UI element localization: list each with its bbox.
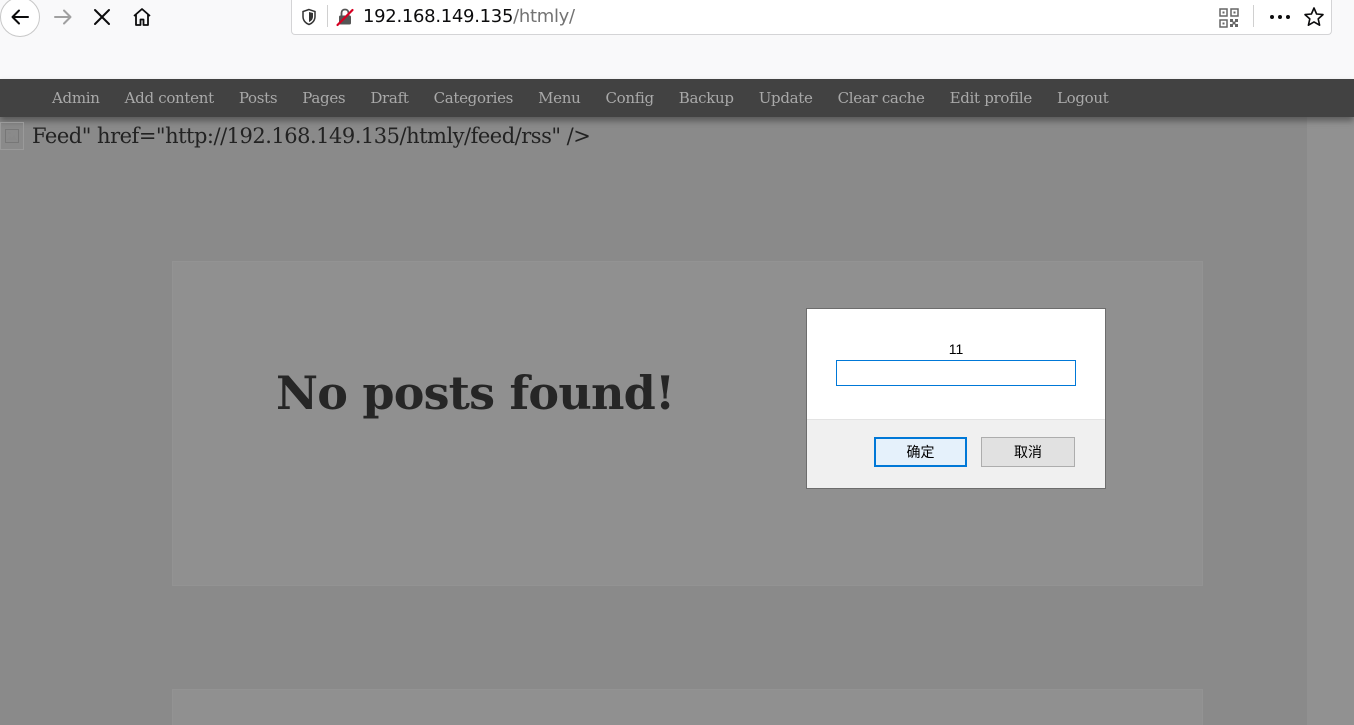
admin-link-categories[interactable]: Categories (434, 89, 514, 107)
url-text[interactable]: 192.168.149.135/htmly/ (363, 6, 575, 27)
page-viewport: Admin Add content Posts Pages Draft Cate… (0, 79, 1354, 725)
more-dots-icon[interactable] (1268, 7, 1292, 27)
admin-link-edit-profile[interactable]: Edit profile (950, 89, 1033, 107)
admin-link-admin[interactable]: Admin (52, 89, 100, 107)
admin-link-clear-cache[interactable]: Clear cache (838, 89, 925, 107)
admin-link-pages[interactable]: Pages (302, 89, 345, 107)
qr-code-icon[interactable] (1219, 8, 1239, 28)
admin-link-config[interactable]: Config (605, 89, 654, 107)
home-button[interactable] (127, 2, 157, 32)
dialog-message: 11 (948, 341, 964, 357)
post-card (172, 689, 1203, 725)
home-icon (133, 8, 151, 26)
insecure-lock-icon[interactable] (335, 7, 355, 27)
shield-icon[interactable] (301, 8, 317, 26)
url-separator (327, 5, 328, 27)
dialog-input[interactable] (836, 360, 1076, 386)
back-button[interactable] (0, 0, 40, 37)
arrow-right-icon (54, 9, 72, 25)
browser-toolbar: 192.168.149.135/htmly/ (0, 0, 1354, 79)
admin-link-draft[interactable]: Draft (370, 89, 409, 107)
ok-button[interactable]: 确定 (874, 437, 967, 467)
close-icon (94, 9, 110, 25)
arrow-left-icon (11, 9, 29, 25)
url-host: 192.168.149.135 (363, 6, 514, 27)
broken-image-icon (0, 122, 24, 150)
url-path: /htmly/ (513, 6, 575, 27)
admin-link-update[interactable]: Update (759, 89, 813, 107)
admin-link-menu[interactable]: Menu (538, 89, 581, 107)
star-icon[interactable] (1303, 6, 1325, 28)
feed-line: Feed" href="http://192.168.149.135/htmly… (0, 122, 591, 150)
feed-text: Feed" href="http://192.168.149.135/htmly… (32, 124, 591, 148)
cancel-button[interactable]: 取消 (981, 437, 1075, 467)
admin-link-logout[interactable]: Logout (1057, 89, 1109, 107)
stop-button[interactable] (88, 2, 116, 32)
no-posts-heading: No posts found! (276, 366, 675, 420)
scrollbar-track[interactable] (1307, 79, 1354, 725)
dialog-footer: 确定 取消 (807, 419, 1105, 488)
admin-toolbar: Admin Add content Posts Pages Draft Cate… (0, 79, 1354, 117)
admin-link-posts[interactable]: Posts (239, 89, 278, 107)
url-separator (1253, 5, 1254, 27)
admin-link-backup[interactable]: Backup (679, 89, 734, 107)
url-bar[interactable]: 192.168.149.135/htmly/ (291, 0, 1332, 35)
admin-link-add-content[interactable]: Add content (125, 89, 215, 107)
prompt-dialog: 11 确定 取消 (806, 308, 1106, 489)
forward-button[interactable] (48, 2, 78, 32)
